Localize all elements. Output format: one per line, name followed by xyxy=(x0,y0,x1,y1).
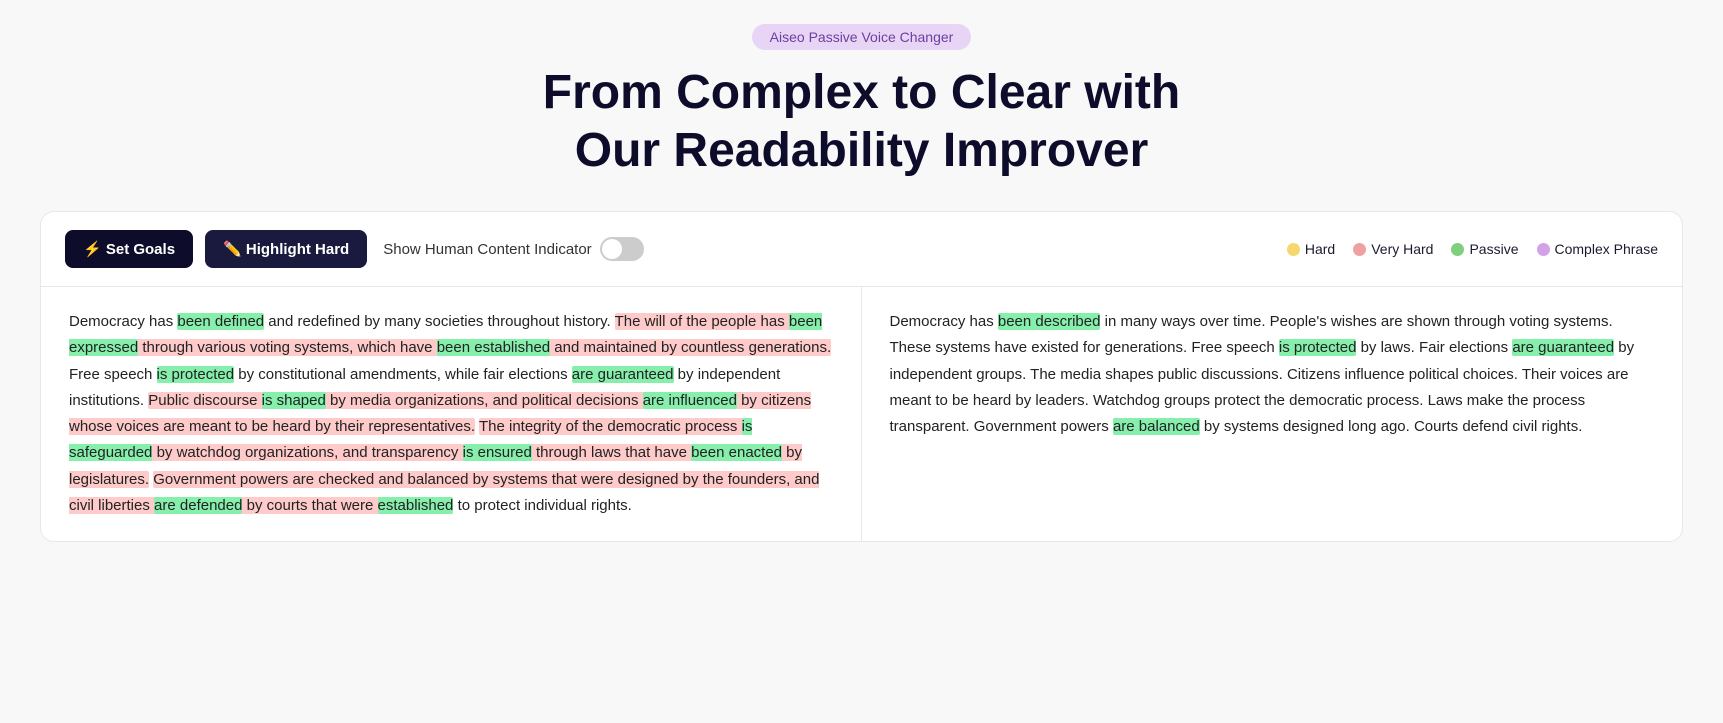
content-area: Democracy has been defined and redefined… xyxy=(41,287,1682,541)
legend-passive: Passive xyxy=(1451,241,1518,257)
page-title: From Complex to Clear with Our Readabili… xyxy=(40,64,1683,179)
legend-hard: Hard xyxy=(1287,241,1335,257)
highlight-been-defined: been defined xyxy=(177,313,264,330)
highlight-been-enacted: been enacted xyxy=(691,444,782,461)
complex-label: Complex Phrase xyxy=(1555,241,1659,257)
simplified-text-pane: Democracy has been described in many way… xyxy=(862,287,1683,541)
highlight-are-defended: are defended xyxy=(154,497,242,514)
human-content-toggle[interactable] xyxy=(600,237,644,261)
highlight-are-balanced: are balanced xyxy=(1113,418,1200,435)
highlight-is-ensured: is ensured xyxy=(463,444,532,461)
highlight-been-described: been described xyxy=(998,313,1101,330)
app-badge: Aiseo Passive Voice Changer xyxy=(752,24,972,50)
highlight-is-protected: is protected xyxy=(157,366,235,383)
highlight-complex-sentence-4: Government powers are checked and balanc… xyxy=(69,471,819,514)
toolbar: ⚡ Set Goals ✏️ Highlight Hard Show Human… xyxy=(41,212,1682,287)
highlight-are-guaranteed: are guaranteed xyxy=(572,366,674,383)
highlight-is-shaped: is shaped xyxy=(262,392,326,409)
highlight-hard-button[interactable]: ✏️ Highlight Hard xyxy=(205,230,367,268)
passive-label: Passive xyxy=(1469,241,1518,257)
very-hard-label: Very Hard xyxy=(1371,241,1433,257)
complex-dot xyxy=(1537,243,1550,256)
highlight-were-established: established xyxy=(378,497,454,514)
highlight-is-protected-right: is protected xyxy=(1279,339,1357,356)
main-panel: ⚡ Set Goals ✏️ Highlight Hard Show Human… xyxy=(40,211,1683,542)
original-text-pane: Democracy has been defined and redefined… xyxy=(41,287,862,541)
passive-dot xyxy=(1451,243,1464,256)
highlight-are-guaranteed-right: are guaranteed xyxy=(1512,339,1614,356)
very-hard-dot xyxy=(1353,243,1366,256)
hard-label: Hard xyxy=(1305,241,1335,257)
legend-complex: Complex Phrase xyxy=(1537,241,1659,257)
show-human-indicator: Show Human Content Indicator xyxy=(383,237,643,261)
show-human-label: Show Human Content Indicator xyxy=(383,241,591,258)
highlight-been-established: been established xyxy=(437,339,550,356)
highlight-are-influenced: are influenced xyxy=(643,392,737,409)
legend: Hard Very Hard Passive Complex Phrase xyxy=(1287,241,1658,257)
simplified-paragraph: Democracy has been described in many way… xyxy=(890,309,1655,440)
original-paragraph: Democracy has been defined and redefined… xyxy=(69,309,833,519)
hard-dot xyxy=(1287,243,1300,256)
legend-very-hard: Very Hard xyxy=(1353,241,1433,257)
badge-container: Aiseo Passive Voice Changer xyxy=(40,24,1683,50)
set-goals-button[interactable]: ⚡ Set Goals xyxy=(65,230,193,268)
